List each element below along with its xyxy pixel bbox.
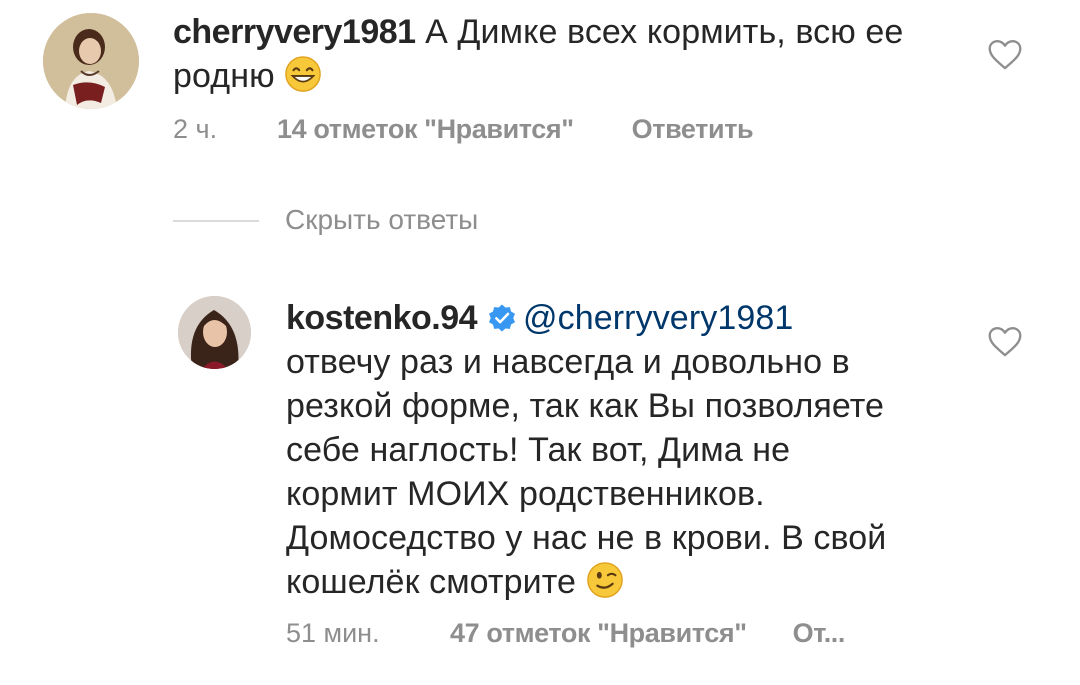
reply-body: kostenko.94 @cherryvery1981 отвечу раз и… bbox=[286, 296, 986, 604]
comment-username[interactable]: cherryvery1981 bbox=[173, 13, 416, 51]
reply-line: резкой форме, так как Вы позволяете bbox=[286, 387, 885, 425]
reply-likes-link[interactable]: 47 отметок "Нравится" bbox=[450, 618, 747, 649]
comment-reply-button[interactable]: Ответить bbox=[632, 114, 754, 145]
reply-line: кошелёк смотрите bbox=[286, 563, 577, 601]
verified-badge-icon bbox=[489, 304, 516, 332]
like-heart-icon[interactable] bbox=[987, 326, 1023, 358]
reply-username[interactable]: kostenko.94 bbox=[286, 299, 478, 337]
comment-body: cherryvery1981 А Димке всех кормить, всю… bbox=[173, 10, 963, 98]
reply-meta: 51 мин. 47 отметок "Нравится" От... bbox=[286, 618, 845, 649]
avatar-cherryvery1981[interactable] bbox=[43, 13, 139, 109]
reply-reply-button[interactable]: От... bbox=[793, 618, 846, 649]
reply-line: отвечу раз и навсегда и довольно в bbox=[286, 343, 850, 381]
grinning-face-emoji-icon bbox=[285, 56, 322, 92]
comment-meta: 2 ч. 14 отметок "Нравится" Ответить bbox=[173, 114, 754, 145]
portrait-image bbox=[43, 13, 139, 109]
reply-first-line: kostenko.94 @cherryvery1981 bbox=[286, 296, 986, 340]
reply-last-line: кошелёк смотрите bbox=[286, 560, 986, 604]
comment-likes-link[interactable]: 14 отметок "Нравится" bbox=[277, 114, 574, 145]
hide-replies-button[interactable]: Скрыть ответы bbox=[285, 204, 478, 236]
reply-line: кормит МОИХ родственников. bbox=[286, 475, 765, 513]
profile-photo-image bbox=[178, 296, 251, 369]
reply-line: Домоседство у нас не в крови. В свой bbox=[286, 519, 887, 557]
avatar-kostenko94[interactable] bbox=[178, 296, 251, 369]
reply-time: 51 мин. bbox=[286, 618, 380, 648]
replies-divider bbox=[173, 220, 259, 222]
comment-time: 2 ч. bbox=[173, 114, 218, 144]
like-heart-icon[interactable] bbox=[987, 39, 1023, 71]
reply-mention-link[interactable]: @cherryvery1981 bbox=[523, 299, 793, 337]
reply-line: себе наглость! Так вот, Дима не bbox=[286, 431, 791, 469]
winking-face-emoji-icon bbox=[586, 562, 623, 598]
